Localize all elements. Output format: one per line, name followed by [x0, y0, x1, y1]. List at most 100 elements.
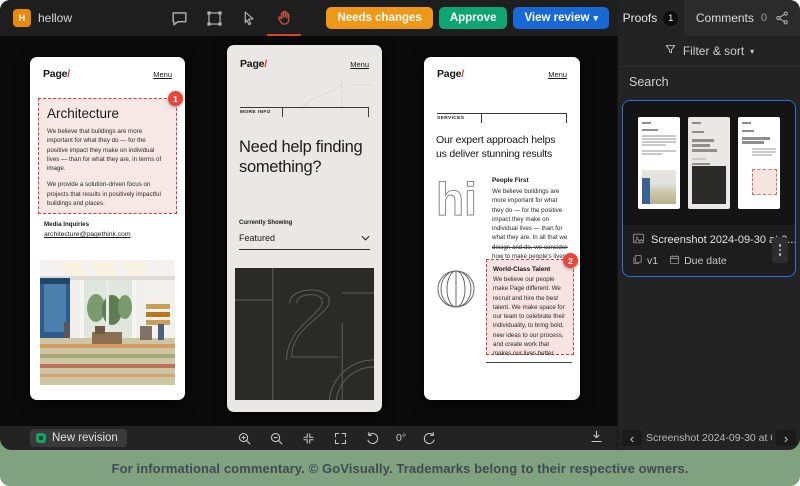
page-logo: Page/ — [43, 68, 70, 80]
fullscreen-button[interactable] — [332, 430, 349, 447]
proof-screen-architecture[interactable]: Page/ Menu Architecture We believe that … — [30, 57, 185, 400]
divider-line — [486, 362, 572, 363]
section-tabs: MORE INFO — [240, 107, 369, 117]
thumbnail-screen-3 — [738, 117, 780, 209]
needs-changes-button[interactable]: Needs changes — [326, 7, 432, 29]
version-icon — [632, 254, 643, 268]
mockup-heading: Our expert approach helps us deliver stu… — [436, 134, 568, 161]
proof-file-navigator: ‹ Screenshot 2024-09-30 at 06.31... › — [617, 426, 800, 450]
disclaimer-text: For informational commentary. © GoVisual… — [112, 461, 689, 476]
tab-proofs[interactable]: Proofs 1 — [617, 0, 684, 36]
thumbnail-screen-1 — [638, 117, 680, 209]
current-proof-filename: Screenshot 2024-09-30 at 06.31... — [646, 432, 772, 444]
rotate-cw-button[interactable] — [421, 430, 438, 447]
cursor-tool-button[interactable] — [238, 7, 260, 29]
image-icon — [632, 232, 645, 248]
proof-card-selected[interactable]: Screenshot 2024-09-30 at 0... v1 Due dat… — [622, 100, 796, 277]
thumbnail-screen-2 — [688, 117, 730, 209]
page-logo: Page/ — [437, 68, 464, 80]
annotation-region-1[interactable]: Architecture We believe that buildings a… — [38, 98, 177, 214]
globe-icon — [436, 269, 476, 309]
comment-tool-button[interactable] — [168, 7, 190, 29]
version-badge: v1 — [632, 254, 658, 268]
rotation-value: 0° — [396, 432, 406, 444]
approve-button[interactable]: Approve — [439, 7, 508, 29]
govisually-app: H hellow Need — [0, 0, 800, 450]
zoom-out-button[interactable] — [268, 430, 285, 447]
featured-dropdown: Featured — [239, 233, 370, 250]
new-revision-icon — [36, 433, 46, 443]
comment-icon — [170, 9, 189, 28]
comments-label: Comments — [696, 11, 754, 25]
zoom-controls: 0° — [236, 426, 438, 450]
section-tab-label: MORE INFO — [240, 110, 271, 115]
rotate-ccw-button[interactable] — [364, 430, 381, 447]
section-tab-label: SERVICES — [437, 116, 464, 121]
tab-comments[interactable]: Comments 0 — [684, 0, 800, 36]
review-actions: Needs changes Approve View review▾ — [326, 7, 609, 29]
proof-thumbnails — [623, 101, 795, 225]
mockup-heading: Need help finding something? — [239, 137, 369, 177]
currently-showing-label: Currently Showing — [239, 220, 292, 226]
interior-photo — [40, 260, 175, 385]
menu-link: Menu — [548, 70, 567, 79]
marquee-tool-button[interactable] — [203, 7, 225, 29]
hand-icon — [275, 9, 294, 28]
mockup-header: Page/ Menu — [240, 58, 369, 70]
comments-count: 0 — [761, 12, 767, 24]
media-inquiries-label: Media Inquiries — [44, 221, 89, 228]
search-input[interactable] — [627, 74, 791, 90]
proof-screen-search[interactable]: Page/ Menu MORE INFO Need help finding s… — [227, 45, 382, 412]
proofs-sidebar: Filter & sort ▾ — [617, 36, 800, 426]
email-link: architecture@pagethink.com — [44, 231, 131, 238]
marquee-select-icon — [205, 9, 224, 28]
svg-text:hi: hi — [436, 175, 477, 221]
avatar[interactable]: H — [13, 9, 31, 27]
zoom-in-button[interactable] — [236, 430, 253, 447]
calendar-icon — [669, 254, 680, 268]
cursor-icon — [241, 10, 258, 27]
proof-screen-services[interactable]: Page/ Menu SERVICES Our expert approach … — [424, 57, 580, 400]
mockup-paragraph: We believe that buildings are more impor… — [47, 127, 168, 173]
menu-link: Menu — [350, 60, 369, 69]
download-button[interactable] — [589, 429, 604, 449]
prev-proof-button[interactable]: ‹ — [622, 430, 642, 446]
mockup-heading: Architecture — [47, 106, 168, 121]
filter-sort-control[interactable]: Filter & sort ▾ — [618, 36, 800, 67]
comment-pin-2[interactable]: 2 — [563, 253, 578, 268]
next-proof-button[interactable]: › — [776, 430, 796, 446]
comment-pin-1[interactable]: 1 — [168, 91, 183, 106]
filter-icon — [664, 43, 677, 59]
proof-canvas[interactable]: Page/ Menu Architecture We believe that … — [0, 36, 617, 426]
chevron-down-icon — [361, 235, 370, 241]
top-bar-left: H hellow Need — [0, 0, 617, 36]
username-label: hellow — [38, 11, 72, 25]
proof-options-menu-button[interactable] — [772, 237, 788, 263]
mockup-header: Page/ Menu — [437, 68, 567, 80]
search-row — [618, 67, 800, 97]
panel-tabs: Proofs 1 Comments 0 — [617, 0, 800, 36]
annotation-toolbar — [168, 0, 295, 36]
view-review-button[interactable]: View review▾ — [513, 7, 609, 29]
app-window: H hellow Need — [0, 0, 800, 486]
annotation-region-2[interactable]: World-Class Talent We believe our people… — [486, 259, 574, 355]
menu-link: Menu — [153, 70, 172, 79]
people-first-block: People First We believe buildings are mo… — [492, 177, 570, 271]
divider-line — [492, 247, 568, 248]
top-bar: H hellow Need — [0, 0, 800, 36]
share-icon[interactable] — [774, 10, 790, 26]
proofs-count-badge: 1 — [663, 11, 678, 26]
filter-sort-label: Filter & sort — [683, 44, 744, 58]
proofs-label: Proofs — [623, 11, 658, 25]
mockup-paragraph: We provide a solution-driven focus on pr… — [47, 180, 168, 208]
pan-hand-tool-button[interactable] — [273, 7, 295, 29]
chevron-down-icon: ▾ — [593, 13, 598, 23]
fit-to-screen-button[interactable] — [300, 430, 317, 447]
new-revision-button[interactable]: New revision — [30, 429, 127, 447]
block-title: World-Class Talent — [493, 266, 567, 273]
due-date-control[interactable]: Due date — [669, 254, 727, 268]
disclaimer-footer: For informational commentary. © GoVisual… — [0, 450, 800, 486]
bottom-bar: New revision 0° ‹ Screenshot 2024-09-30 … — [0, 426, 800, 450]
block-title: People First — [492, 177, 570, 184]
hi-outline-graphic: hi — [434, 175, 486, 221]
